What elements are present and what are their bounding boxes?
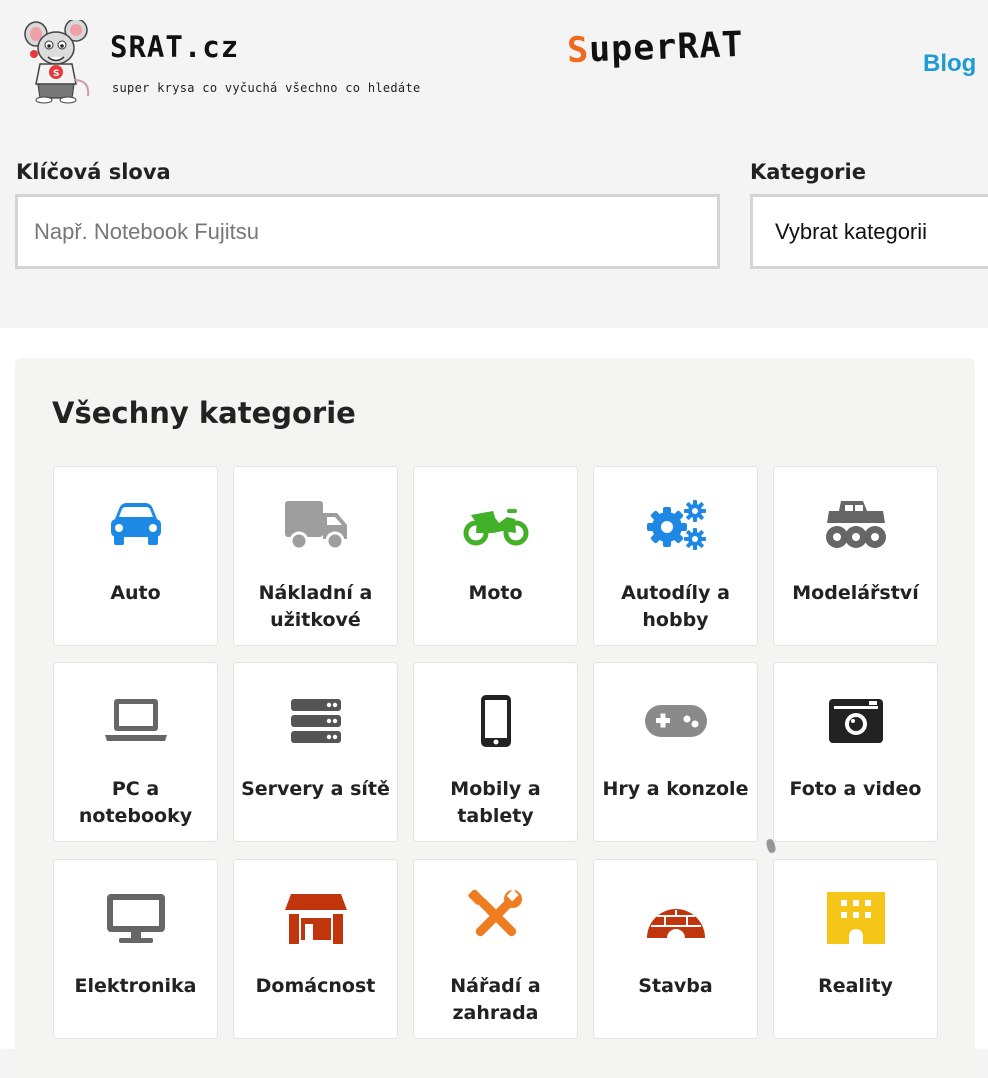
category-label: Stavba [638, 975, 713, 997]
category-tile-parts[interactable]: Autodíly a hobby [593, 466, 758, 646]
svg-text:S: S [53, 69, 59, 79]
category-select[interactable]: Vybrat kategorii [750, 194, 988, 269]
category-label: Moto [468, 582, 523, 604]
category-label: Elektronika [74, 975, 197, 997]
category-label: Mobily a tablety [450, 778, 541, 827]
category-label: Auto [110, 582, 161, 604]
category-label: Kategorie [750, 160, 866, 184]
header: S SRAT.cz super krysa co vyčuchá všechno… [0, 0, 988, 130]
camera-icon [823, 693, 889, 749]
keywords-input[interactable] [15, 194, 720, 269]
site-tagline: super krysa co vyčuchá všechno co hledát… [112, 81, 421, 95]
category-label: Modelářství [792, 582, 919, 604]
category-tile-moto[interactable]: Moto [413, 466, 578, 646]
category-label: Domácnost [255, 975, 376, 997]
building-icon [823, 890, 889, 946]
category-label: Hry a konzole [602, 778, 749, 800]
igloo-icon [643, 890, 709, 946]
store-icon [283, 890, 349, 946]
category-tile-photo[interactable]: Foto a video [773, 662, 938, 842]
category-tile-mobiles[interactable]: Mobily a tablety [413, 662, 578, 842]
gears-icon [643, 497, 709, 553]
monster-truck-icon [823, 497, 889, 553]
category-label: Nákladní a užitkové [258, 582, 373, 631]
keywords-label: Klíčová slova [16, 160, 171, 184]
categories-title: Všechny kategorie [52, 396, 356, 430]
category-tile-building[interactable]: Stavba [593, 859, 758, 1039]
category-tile-models[interactable]: Modelářství [773, 466, 938, 646]
category-label: Servery a sítě [241, 778, 390, 800]
category-label: PC a notebooky [78, 778, 193, 827]
category-label: Nářadí a zahrada [450, 975, 541, 1024]
category-label: Foto a video [789, 778, 922, 800]
category-tile-pc[interactable]: PC a notebooky [53, 662, 218, 842]
category-tile-tools[interactable]: Nářadí a zahrada [413, 859, 578, 1039]
category-tile-reality[interactable]: Reality [773, 859, 938, 1039]
rat-mascot-logo[interactable]: S [22, 18, 96, 104]
blog-link[interactable]: Blog [923, 50, 976, 78]
motorcycle-icon [463, 497, 529, 553]
category-label: Autodíly a hobby [621, 582, 730, 631]
site-logo-text[interactable]: SRAT.cz [110, 30, 239, 64]
server-icon [283, 693, 349, 749]
laptop-icon [103, 693, 169, 749]
brand-title: SuperRAT [566, 25, 744, 71]
car-icon [103, 497, 169, 553]
category-tile-household[interactable]: Domácnost [233, 859, 398, 1039]
category-label: Reality [818, 975, 893, 997]
brand-prefix: S [566, 30, 590, 72]
category-tile-auto[interactable]: Auto [53, 466, 218, 646]
gamepad-icon [643, 693, 709, 749]
truck-icon [283, 497, 349, 553]
phone-icon [463, 693, 529, 749]
category-tile-trucks[interactable]: Nákladní a užitkové [233, 466, 398, 646]
category-tile-electronics[interactable]: Elektronika [53, 859, 218, 1039]
brand-rest: uperRAT [588, 24, 745, 71]
category-tile-servers[interactable]: Servery a sítě [233, 662, 398, 842]
monitor-icon [103, 890, 169, 946]
tools-icon [463, 890, 529, 946]
category-tile-games[interactable]: Hry a konzole [593, 662, 758, 842]
